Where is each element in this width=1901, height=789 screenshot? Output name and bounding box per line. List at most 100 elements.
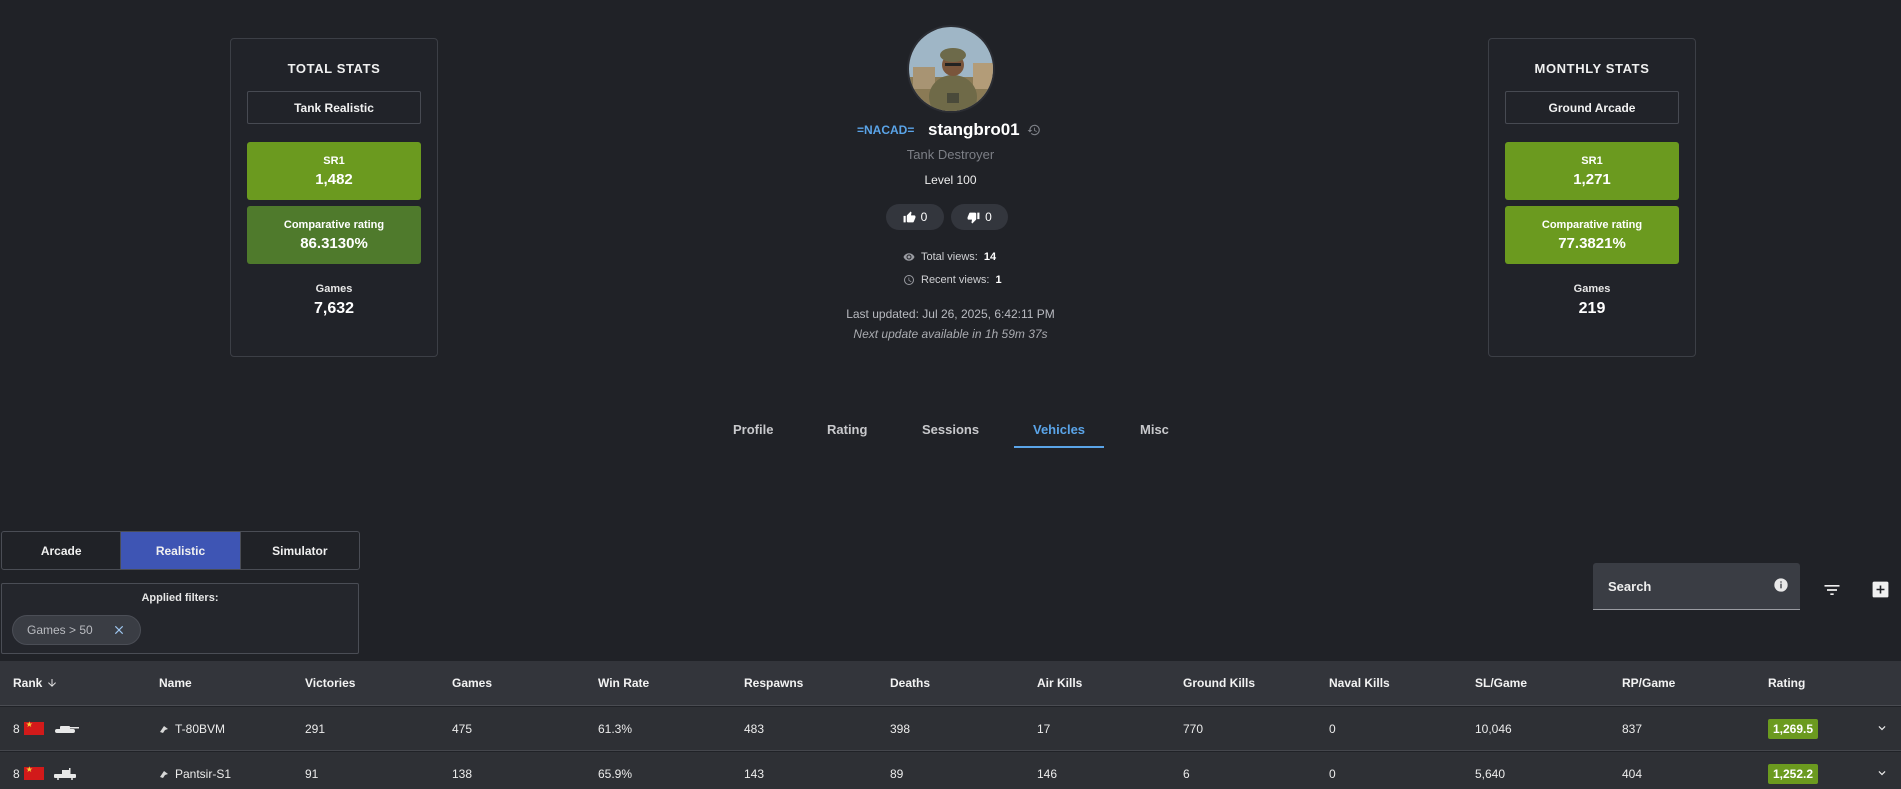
comparative-rating-label: Comparative rating (283, 218, 385, 231)
add-column-icon[interactable] (1871, 580, 1890, 599)
tab-vehicles[interactable]: Vehicles (1033, 418, 1085, 441)
monthly-stats-title: MONTHLY STATS (1534, 61, 1650, 76)
search-label: Search (1608, 579, 1652, 594)
table-row[interactable]: 8 T-80BVM 291 475 61.3% 483 398 17 770 0… (0, 707, 1901, 751)
game-mode-toggle: Arcade Realistic Simulator (1, 531, 360, 570)
naval-kills-cell: 0 (1329, 721, 1336, 736)
vehicle-name: T-80BVM (175, 721, 226, 736)
applied-filters-panel: Applied filters: Games > 50 (1, 583, 359, 654)
mode-realistic[interactable]: Realistic (121, 532, 241, 569)
deaths-cell: 398 (890, 721, 911, 736)
likes-count: 0 (920, 210, 928, 224)
column-ground-kills[interactable]: Ground Kills (1183, 661, 1255, 705)
column-rp-game[interactable]: RP/Game (1622, 661, 1675, 705)
player-level: Level 100 (924, 173, 977, 187)
rank-value: 8 (13, 766, 20, 781)
column-name[interactable]: Name (159, 661, 192, 705)
tab-misc[interactable]: Misc (1140, 418, 1169, 441)
tab-profile[interactable]: Profile (733, 418, 773, 441)
victories-cell: 91 (305, 766, 319, 781)
mode-arcade[interactable]: Arcade (2, 532, 122, 569)
next-update: Next update available in 1h 59m 37s (853, 327, 1048, 341)
games-label: Games (315, 283, 353, 295)
mode-simulator[interactable]: Simulator (241, 532, 359, 569)
history-icon[interactable] (1027, 123, 1041, 137)
dislike-button[interactable]: 0 (951, 204, 1008, 230)
rp-game-cell: 837 (1622, 721, 1643, 736)
total-views: Total views: 14 (903, 251, 996, 263)
comparative-rating-label: Comparative rating (1541, 218, 1643, 231)
column-deaths[interactable]: Deaths (890, 661, 930, 705)
china-flag-icon (23, 720, 44, 735)
close-icon[interactable] (112, 623, 126, 637)
player-name: stangbro01 (928, 120, 1020, 139)
total-comparative-rating-box: Comparative rating 86.3130% (247, 206, 421, 264)
table-row[interactable]: 8 Pantsir-S1 91 138 65.9% 143 89 146 6 0… (0, 752, 1901, 789)
column-victories[interactable]: Victories (305, 661, 355, 705)
spaa-icon (53, 767, 76, 780)
filter-chip[interactable]: Games > 50 (12, 615, 141, 645)
tab-rating[interactable]: Rating (827, 418, 867, 441)
rp-game-cell: 404 (1622, 766, 1643, 781)
column-rating[interactable]: Rating (1768, 661, 1805, 705)
recent-views-label: Recent views: (921, 274, 990, 286)
tank-icon (54, 725, 79, 733)
rank-cell: 8 (13, 752, 80, 789)
active-tab-indicator (1014, 446, 1104, 448)
monthly-comparative-rating-box: Comparative rating 77.3821% (1505, 206, 1679, 264)
ground-kills-cell: 770 (1183, 721, 1204, 736)
vehicle-name: Pantsir-S1 (175, 766, 232, 781)
name-cell: Pantsir-S1 (159, 752, 231, 789)
eye-icon (903, 253, 915, 261)
search-input[interactable]: Search (1593, 563, 1800, 610)
games-label: Games (1573, 283, 1611, 295)
rating-cell: 1,252.2 (1768, 752, 1819, 789)
air-kills-cell: 17 (1037, 721, 1051, 736)
comparative-rating-value: 77.3821% (1558, 234, 1626, 252)
column-rank[interactable]: Rank (13, 661, 58, 705)
column-sl-game[interactable]: SL/Game (1475, 661, 1527, 705)
player-title: Tank Destroyer (906, 147, 995, 162)
chevron-down-icon[interactable] (1875, 721, 1889, 735)
victories-cell: 291 (305, 721, 326, 736)
total-stats-mode-selector[interactable]: Tank Realistic (247, 91, 421, 124)
recent-views-value: 1 (995, 274, 1002, 286)
clock-icon (904, 275, 914, 285)
applied-filters-title: Applied filters: (141, 592, 219, 604)
clan-tag[interactable]: =NACAD= (857, 123, 914, 137)
column-naval-kills[interactable]: Naval Kills (1329, 661, 1390, 705)
naval-kills-cell: 0 (1329, 766, 1336, 781)
avatar (907, 25, 995, 113)
rank-cell: 8 (13, 707, 80, 750)
like-button[interactable]: 0 (886, 204, 944, 230)
games-cell: 475 (452, 721, 473, 736)
win-rate-cell: 65.9% (598, 766, 633, 781)
thumbs-down-icon (967, 212, 980, 223)
deaths-cell: 89 (890, 766, 904, 781)
tab-sessions[interactable]: Sessions (922, 418, 979, 441)
total-views-value: 14 (983, 251, 997, 263)
column-air-kills[interactable]: Air Kills (1037, 661, 1082, 705)
rating-badge: 1,269.5 (1768, 718, 1819, 739)
win-rate-cell: 61.3% (598, 721, 633, 736)
filter-icon[interactable] (1822, 580, 1842, 600)
column-win-rate[interactable]: Win Rate (598, 661, 649, 705)
vehicle-class-icon (160, 770, 168, 778)
filter-chip-label: Games > 50 (27, 623, 93, 637)
arrow-down-icon (48, 679, 57, 687)
vehicles-table-header: Rank Name Victories Games Win Rate Respa… (0, 661, 1901, 706)
rating-badge: 1,252.2 (1768, 763, 1819, 784)
chevron-down-icon[interactable] (1875, 766, 1889, 780)
thumbs-up-icon (903, 211, 916, 222)
rank-value: 8 (13, 721, 20, 736)
vehicle-class-icon (160, 725, 168, 733)
column-rank-label: Rank (13, 676, 43, 690)
comparative-rating-value: 86.3130% (300, 234, 368, 252)
air-kills-cell: 146 (1037, 766, 1058, 781)
column-games[interactable]: Games (452, 661, 492, 705)
monthly-stats-mode-selector[interactable]: Ground Arcade (1505, 91, 1679, 124)
rating-cell: 1,269.5 (1768, 707, 1819, 750)
total-stats-title: TOTAL STATS (287, 61, 381, 76)
info-icon[interactable] (1773, 577, 1789, 593)
column-respawns[interactable]: Respawns (744, 661, 803, 705)
